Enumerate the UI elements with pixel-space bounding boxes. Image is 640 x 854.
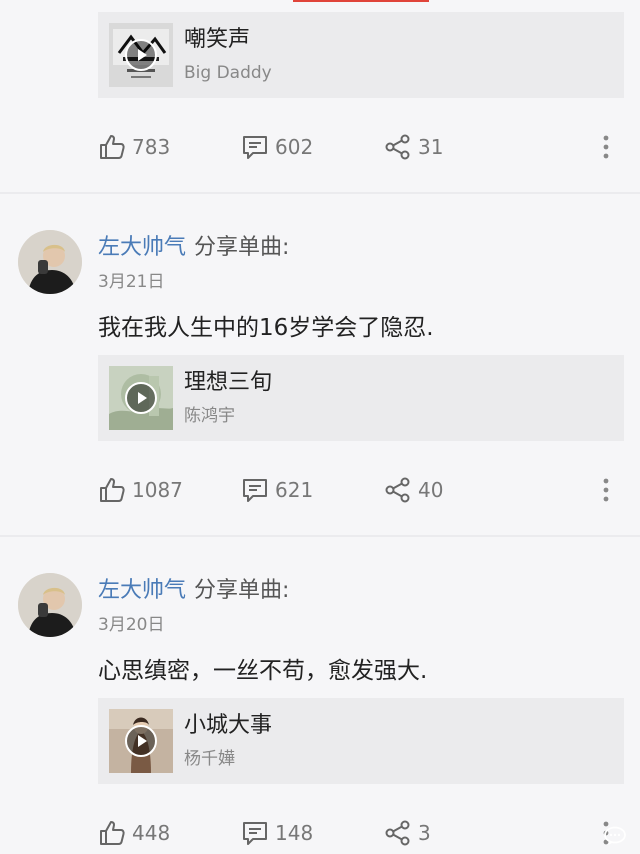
song-card[interactable]: 理想三旬 陈鸿宇: [98, 355, 624, 441]
post-text: 心思缜密，一丝不苟，愈发强大.: [98, 658, 428, 684]
comment-count: 602: [275, 135, 314, 159]
share-icon: [385, 477, 410, 503]
watermark-logo-icon: [604, 826, 626, 845]
like-icon: [100, 135, 125, 159]
share-action-text: 分享单曲:: [194, 578, 290, 603]
song-title: 小城大事: [184, 713, 273, 738]
comment-icon: [243, 822, 267, 845]
like-icon: [100, 478, 125, 502]
like-button[interactable]: 783: [98, 132, 170, 162]
share-button[interactable]: 31: [384, 132, 443, 162]
share-action-text: 分享单曲:: [194, 235, 290, 260]
comment-icon: [243, 479, 267, 502]
comment-button[interactable]: 148: [241, 818, 313, 848]
share-button[interactable]: 40: [384, 475, 443, 505]
post-divider: [0, 535, 640, 537]
album-cover: [109, 366, 173, 430]
more-button[interactable]: [598, 132, 614, 162]
avatar[interactable]: [18, 230, 82, 294]
comment-button[interactable]: 621: [241, 475, 313, 505]
song-title: 嘲笑声: [184, 27, 251, 52]
top-accent-bar: [293, 0, 429, 2]
play-icon: [125, 39, 157, 71]
like-icon: [100, 821, 125, 845]
post-date: 3月20日: [98, 615, 165, 635]
watermark: [604, 826, 632, 846]
post-text: 我在我人生中的16岁学会了隐忍.: [98, 315, 434, 341]
more-icon: [603, 135, 609, 159]
share-button[interactable]: 3: [384, 818, 431, 848]
album-cover: [109, 709, 173, 773]
album-cover: [109, 23, 173, 87]
play-button[interactable]: [125, 725, 157, 757]
more-button[interactable]: [598, 475, 614, 505]
share-count: 40: [418, 478, 444, 502]
comment-count: 621: [275, 478, 314, 502]
comment-count: 148: [275, 821, 314, 845]
like-count: 783: [132, 135, 171, 159]
post-date: 3月21日: [98, 272, 165, 292]
author-line: 左大帅气 分享单曲:: [98, 577, 289, 605]
song-card[interactable]: 小城大事 杨千嬅: [98, 698, 624, 784]
share-count: 31: [418, 135, 444, 159]
play-icon: [125, 725, 157, 757]
avatar[interactable]: [18, 573, 82, 637]
song-title: 理想三旬: [184, 370, 273, 395]
share-icon: [385, 134, 410, 160]
author-line: 左大帅气 分享单曲:: [98, 234, 289, 262]
post-divider: [0, 192, 640, 194]
song-card[interactable]: 嘲笑声 Big Daddy: [98, 12, 624, 98]
more-icon: [603, 478, 609, 502]
share-icon: [385, 820, 410, 846]
author-name[interactable]: 左大帅气: [98, 578, 186, 603]
play-button[interactable]: [125, 382, 157, 414]
play-button[interactable]: [125, 39, 157, 71]
like-button[interactable]: 1087: [98, 475, 183, 505]
like-count: 448: [132, 821, 171, 845]
like-button[interactable]: 448: [98, 818, 170, 848]
like-count: 1087: [132, 478, 183, 502]
author-name[interactable]: 左大帅气: [98, 235, 186, 260]
song-artist: 陈鸿宇: [184, 406, 235, 426]
song-artist: 杨千嬅: [184, 749, 235, 769]
play-icon: [125, 382, 157, 414]
comment-icon: [243, 136, 267, 159]
song-artist: Big Daddy: [184, 63, 272, 83]
comment-button[interactable]: 602: [241, 132, 313, 162]
share-count: 3: [418, 821, 431, 845]
